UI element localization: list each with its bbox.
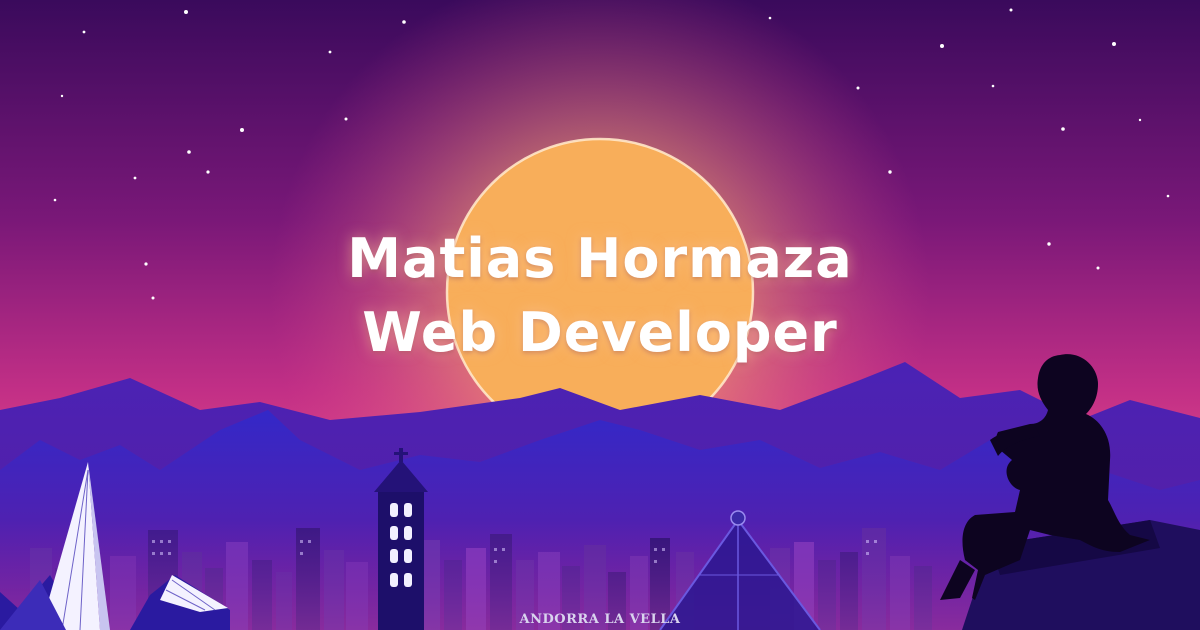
hero-role: Web Developer (362, 301, 838, 364)
hero-banner: Matias Hormaza Web Developer ANDORRA LA … (0, 0, 1200, 630)
hero-name: Matias Hormaza (347, 227, 853, 290)
hero-title: Matias Hormaza Web Developer (0, 222, 1200, 370)
location-caption: ANDORRA LA VELLA (519, 612, 681, 627)
